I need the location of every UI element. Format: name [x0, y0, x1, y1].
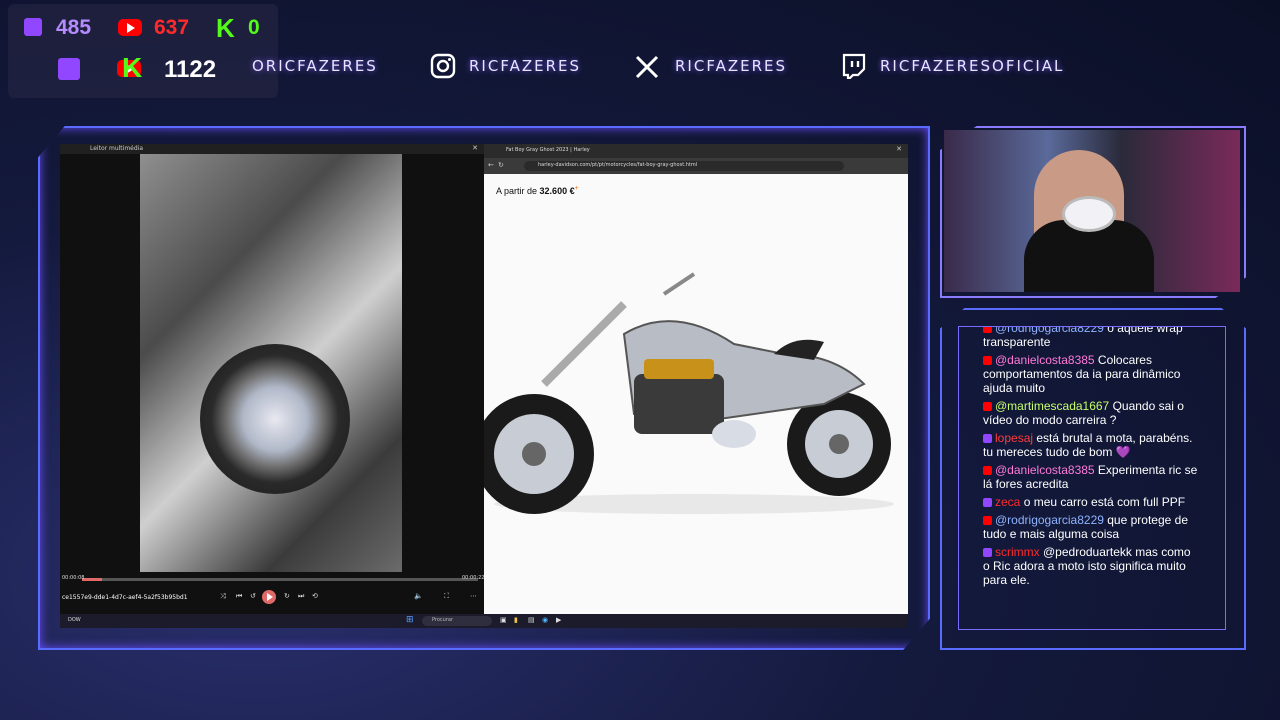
- fullscreen-icon[interactable]: ⛶: [444, 592, 449, 601]
- seek-bar[interactable]: [82, 578, 478, 581]
- twitch-icon: [983, 434, 992, 444]
- x-icon: [635, 55, 659, 79]
- video-filename: ce1557e9-dde1-4d7c-aef4-5a2f53b95bd1: [62, 594, 188, 601]
- kick-icon: K: [122, 52, 143, 83]
- webcam-feed: [944, 130, 1240, 292]
- x-handle: RICFAZERES: [675, 57, 788, 75]
- close-icon[interactable]: ✕: [896, 145, 902, 153]
- browser-toolbar: ← ↻ harley-davidson.com/pt/pt/motorcycle…: [484, 158, 908, 174]
- twitch-icon: [983, 548, 992, 558]
- twitch-icon: [58, 58, 80, 80]
- repeat-icon[interactable]: ⟲: [312, 592, 318, 600]
- price-prefix: A partir de: [496, 186, 538, 196]
- shuffle-icon[interactable]: ⤨: [220, 592, 226, 601]
- rewind-icon[interactable]: ↺: [250, 592, 256, 600]
- twitch-icon: [983, 498, 992, 508]
- youtube-icon: [118, 19, 142, 36]
- weather-widget[interactable]: DOW: [68, 617, 81, 623]
- media-player-taskbar-icon[interactable]: ▶: [556, 616, 561, 624]
- chat-username: @martimescada1667: [995, 399, 1110, 413]
- store-icon[interactable]: ▤: [528, 616, 535, 624]
- instagram-icon: [430, 53, 456, 79]
- chat-message: scrimmx @pedroduartekk mas como o Ric ad…: [959, 545, 1199, 587]
- total-viewer-count: 1122: [164, 56, 217, 83]
- chat-message: @martimescada1667 Quando sai o vídeo do …: [959, 399, 1199, 427]
- chat-text: o meu carro está com full PPF: [1020, 495, 1186, 509]
- headphones: [1062, 196, 1116, 232]
- twitch-handle: RICFAZERESOFICIAL: [880, 57, 1065, 75]
- instagram-handle: RICFAZERES: [469, 57, 582, 75]
- time-total: 00:00:22: [462, 575, 485, 581]
- taskbar-search[interactable]: Procurar: [422, 616, 492, 626]
- chat-username: zeca: [995, 495, 1021, 509]
- motorcycle-image: [484, 272, 894, 514]
- youtube-icon: [983, 466, 992, 476]
- url-text: harley-davidson.com/pt/pt/motorcycles/fa…: [538, 162, 698, 168]
- browser-taskbar-icon[interactable]: ◉: [542, 616, 548, 624]
- chat-username: @rodrigogarcia8229: [995, 513, 1104, 527]
- chat-username: scrimmx: [995, 545, 1040, 559]
- media-player-window: Leitor multimédia ✕ 00:00:08 00:00:22 ce…: [60, 144, 484, 628]
- screen-capture: Leitor multimédia ✕ 00:00:08 00:00:22 ce…: [60, 144, 908, 628]
- youtube-icon: [983, 356, 992, 366]
- youtube-icon: [983, 402, 992, 412]
- youtube-icon: [983, 327, 992, 334]
- chat-message: @danielcosta8385 Experimenta ric se lá f…: [959, 463, 1199, 491]
- more-icon[interactable]: ⋯: [470, 592, 477, 600]
- twitch-icon: [842, 53, 866, 79]
- chat-message: @danielcosta8385 Colocares comportamento…: [959, 353, 1199, 395]
- viewer-counter-panel: 485 637 K 0 K 1122: [8, 4, 278, 98]
- youtube-icon: [983, 516, 992, 526]
- price-value: 32.600 €: [539, 186, 575, 196]
- browser-tab[interactable]: Fat Boy Gray Ghost 2023 | Harley: [506, 147, 590, 153]
- player-titlebar: Leitor multimédia ✕: [60, 144, 484, 154]
- chat-username: @danielcosta8385: [995, 463, 1095, 477]
- previous-icon[interactable]: ⏮: [236, 592, 242, 601]
- price-mark: +: [574, 185, 579, 192]
- back-icon[interactable]: ←: [488, 161, 494, 169]
- twitch-icon: [24, 18, 42, 36]
- chat-panel: @rodrigogarcia8229 o aquele wrap transpa…: [958, 326, 1226, 630]
- chat-message: zeca o meu carro está com full PPF: [959, 495, 1199, 509]
- forward-icon[interactable]: ↻: [284, 592, 290, 600]
- play-icon: [267, 593, 273, 601]
- player-title: Leitor multimédia: [90, 145, 144, 152]
- reload-icon[interactable]: ↻: [498, 161, 504, 169]
- browser-window: Fat Boy Gray Ghost 2023 | Harley ✕ ← ↻ h…: [484, 144, 908, 614]
- kick-viewer-count: 0: [248, 16, 260, 39]
- browser-tab-bar: Fat Boy Gray Ghost 2023 | Harley ✕: [484, 144, 908, 158]
- volume-icon[interactable]: 🔈: [414, 592, 423, 600]
- close-icon[interactable]: ✕: [472, 144, 478, 152]
- file-explorer-icon[interactable]: ▮: [514, 616, 518, 624]
- taskbar-search-text: Procurar: [432, 617, 454, 623]
- windows-start-icon[interactable]: ⊞: [406, 615, 414, 625]
- kick-icon: K: [216, 13, 235, 43]
- chat-message: lopesaj está brutal a mota, parabéns. tu…: [959, 431, 1199, 459]
- chat-username: @rodrigogarcia8229: [995, 326, 1104, 335]
- chat-username: @danielcosta8385: [995, 353, 1095, 367]
- next-icon[interactable]: ⏭: [298, 592, 304, 601]
- address-bar[interactable]: harley-davidson.com/pt/pt/motorcycles/fa…: [524, 161, 844, 171]
- task-view-icon[interactable]: ▣: [500, 616, 507, 624]
- front-wheel-image: [200, 344, 350, 494]
- youtube-viewer-count: 637: [154, 16, 190, 39]
- play-button[interactable]: [262, 590, 276, 604]
- time-current: 00:00:08: [62, 575, 85, 581]
- windows-taskbar: DOW ⊞ Procurar ▣ ▮ ▤ ◉ ▶: [60, 614, 908, 628]
- video-frame-motorcycle: [140, 154, 402, 572]
- social-handle-first: ORICFAZERES: [252, 57, 378, 75]
- chat-username: lopesaj: [995, 431, 1034, 445]
- chat-message: @rodrigogarcia8229 que protege de tudo e…: [959, 513, 1199, 541]
- price-line: A partir de 32.600 €+: [496, 185, 579, 196]
- twitch-viewer-count: 485: [56, 16, 92, 39]
- chat-message: @rodrigogarcia8229 o aquele wrap transpa…: [959, 326, 1199, 349]
